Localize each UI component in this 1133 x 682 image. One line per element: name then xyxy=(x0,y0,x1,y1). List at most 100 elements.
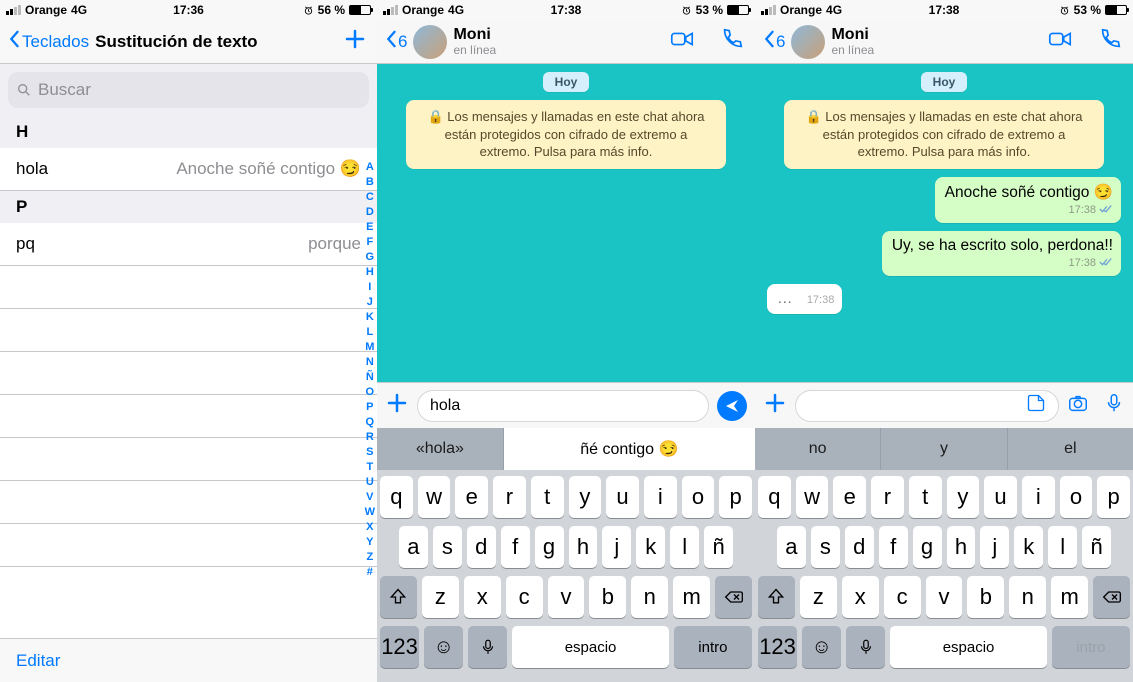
key-x[interactable]: x xyxy=(842,576,879,618)
avatar[interactable] xyxy=(413,25,447,59)
key-q[interactable]: q xyxy=(758,476,791,518)
key-q[interactable]: q xyxy=(380,476,413,518)
key-o[interactable]: o xyxy=(682,476,715,518)
key-f[interactable]: f xyxy=(501,526,530,568)
video-call-button[interactable] xyxy=(669,26,695,57)
key-h[interactable]: h xyxy=(569,526,598,568)
key-v[interactable]: v xyxy=(548,576,585,618)
table-row[interactable]: pq porque xyxy=(0,223,377,266)
key-h[interactable]: h xyxy=(947,526,976,568)
chat-body[interactable]: Hoy 🔒 Los mensajes y llamadas en este ch… xyxy=(755,64,1133,382)
encryption-notice[interactable]: 🔒 Los mensajes y llamadas en este chat a… xyxy=(406,100,726,169)
key-b[interactable]: b xyxy=(589,576,626,618)
message-field[interactable] xyxy=(795,390,1059,422)
table-row[interactable]: hola Anoche soñé contigo 😏 xyxy=(0,148,377,191)
key-r[interactable]: r xyxy=(871,476,904,518)
attach-button[interactable] xyxy=(385,391,409,420)
key-m[interactable]: m xyxy=(1051,576,1088,618)
shift-key[interactable] xyxy=(380,576,417,618)
key-y[interactable]: y xyxy=(569,476,602,518)
mic-button[interactable] xyxy=(1103,392,1125,419)
back-button[interactable]: 6 xyxy=(763,30,785,53)
key-c[interactable]: c xyxy=(506,576,543,618)
key-j[interactable]: j xyxy=(980,526,1009,568)
key-b[interactable]: b xyxy=(967,576,1004,618)
suggestion[interactable]: y xyxy=(881,428,1007,470)
back-button[interactable]: 6 xyxy=(385,30,407,53)
key-i[interactable]: i xyxy=(644,476,677,518)
chat-body[interactable]: Hoy 🔒 Los mensajes y llamadas en este ch… xyxy=(377,64,755,382)
key-ñ[interactable]: ñ xyxy=(704,526,733,568)
voice-call-button[interactable] xyxy=(719,26,745,57)
key-x[interactable]: x xyxy=(464,576,501,618)
key-w[interactable]: w xyxy=(796,476,829,518)
key-t[interactable]: t xyxy=(531,476,564,518)
message-input[interactable] xyxy=(430,397,696,415)
suggestion[interactable]: «hola» xyxy=(377,428,504,470)
shift-key[interactable] xyxy=(758,576,795,618)
space-key[interactable]: espacio xyxy=(890,626,1046,668)
message-field[interactable] xyxy=(417,390,709,422)
space-key[interactable]: espacio xyxy=(512,626,668,668)
key-a[interactable]: a xyxy=(777,526,806,568)
key-s[interactable]: s xyxy=(811,526,840,568)
key-r[interactable]: r xyxy=(493,476,526,518)
key-k[interactable]: k xyxy=(1014,526,1043,568)
emoji-key[interactable]: ☺ xyxy=(424,626,463,668)
sticker-button[interactable] xyxy=(1026,393,1046,418)
key-n[interactable]: n xyxy=(1009,576,1046,618)
chat-title[interactable]: Moni en línea xyxy=(453,26,496,57)
key-c[interactable]: c xyxy=(884,576,921,618)
avatar[interactable] xyxy=(791,25,825,59)
message-out[interactable]: Anoche soñé contigo 😏 17:38 xyxy=(935,177,1121,223)
camera-button[interactable] xyxy=(1067,392,1089,419)
edit-button[interactable]: Editar xyxy=(16,651,60,671)
dictation-key[interactable] xyxy=(468,626,507,668)
key-p[interactable]: p xyxy=(719,476,752,518)
key-z[interactable]: z xyxy=(422,576,459,618)
voice-call-button[interactable] xyxy=(1097,26,1123,57)
key-z[interactable]: z xyxy=(800,576,837,618)
key-l[interactable]: l xyxy=(1048,526,1077,568)
key-a[interactable]: a xyxy=(399,526,428,568)
message-in-typing[interactable]: … 17:38 xyxy=(767,284,842,314)
suggestion[interactable]: ñé contigo 😏 xyxy=(504,428,755,470)
key-ñ[interactable]: ñ xyxy=(1082,526,1111,568)
key-t[interactable]: t xyxy=(909,476,942,518)
key-e[interactable]: e xyxy=(455,476,488,518)
key-f[interactable]: f xyxy=(879,526,908,568)
search-input[interactable]: Buscar xyxy=(8,72,369,108)
message-input[interactable] xyxy=(808,397,1026,415)
numbers-key[interactable]: 123 xyxy=(380,626,419,668)
back-button[interactable]: Teclados xyxy=(8,30,89,53)
key-v[interactable]: v xyxy=(926,576,963,618)
key-k[interactable]: k xyxy=(636,526,665,568)
message-out[interactable]: Uy, se ha escrito solo, perdona!! 17:38 xyxy=(882,231,1121,276)
alpha-index[interactable]: ABCDEFGHIJKLMNÑOPQRSTUVWXYZ# xyxy=(365,160,375,580)
key-u[interactable]: u xyxy=(606,476,639,518)
key-s[interactable]: s xyxy=(433,526,462,568)
dictation-key[interactable] xyxy=(846,626,885,668)
key-g[interactable]: g xyxy=(913,526,942,568)
key-e[interactable]: e xyxy=(833,476,866,518)
key-l[interactable]: l xyxy=(670,526,699,568)
suggestion[interactable]: el xyxy=(1008,428,1133,470)
emoji-key[interactable]: ☺ xyxy=(802,626,841,668)
enter-key[interactable]: intro xyxy=(674,626,752,668)
numbers-key[interactable]: 123 xyxy=(758,626,797,668)
key-d[interactable]: d xyxy=(845,526,874,568)
attach-button[interactable] xyxy=(763,391,787,420)
key-p[interactable]: p xyxy=(1097,476,1130,518)
key-o[interactable]: o xyxy=(1060,476,1093,518)
encryption-notice[interactable]: 🔒 Los mensajes y llamadas en este chat a… xyxy=(784,100,1104,169)
key-u[interactable]: u xyxy=(984,476,1017,518)
backspace-key[interactable] xyxy=(1093,576,1130,618)
enter-key[interactable]: intro xyxy=(1052,626,1130,668)
backspace-key[interactable] xyxy=(715,576,752,618)
key-m[interactable]: m xyxy=(673,576,710,618)
key-i[interactable]: i xyxy=(1022,476,1055,518)
key-j[interactable]: j xyxy=(602,526,631,568)
video-call-button[interactable] xyxy=(1047,26,1073,57)
suggestion[interactable]: no xyxy=(755,428,881,470)
key-d[interactable]: d xyxy=(467,526,496,568)
